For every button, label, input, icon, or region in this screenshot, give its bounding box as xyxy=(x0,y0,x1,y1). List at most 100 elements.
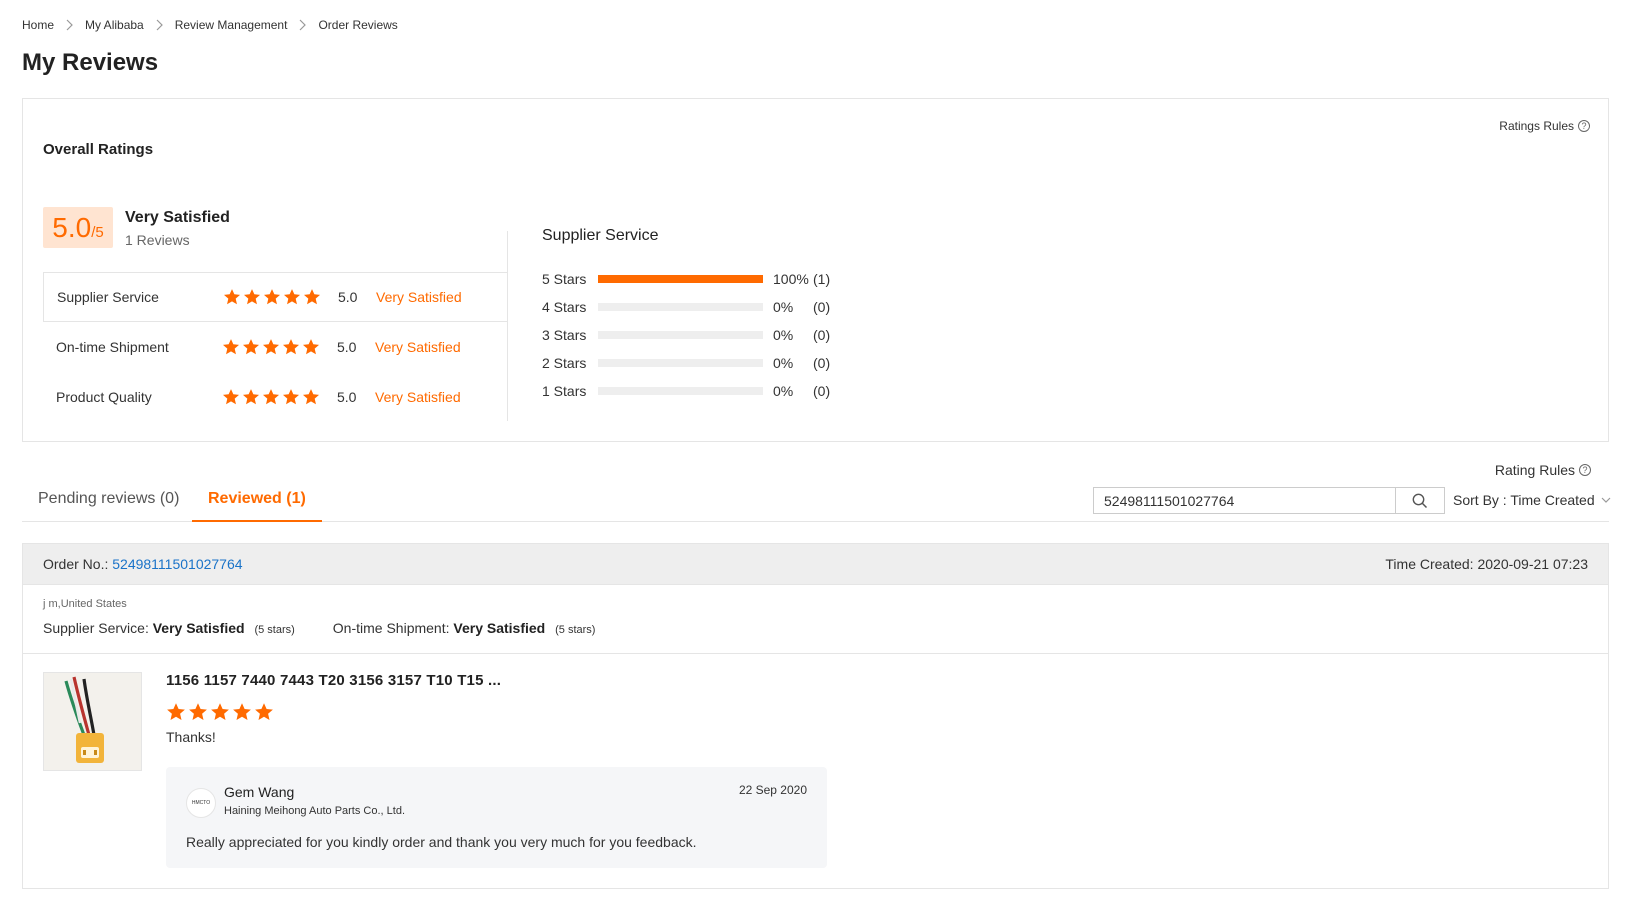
distribution-count: (0) xyxy=(813,355,831,371)
page-title: My Reviews xyxy=(22,49,159,76)
dimension-row-on-time-shipment[interactable]: On-time Shipment 5.0 Very Satisfied xyxy=(43,322,508,372)
supplier-service-rating: Supplier Service: Very Satisfied (5 star… xyxy=(43,620,295,636)
distribution-row: 3 Stars 0% (0) xyxy=(542,321,843,349)
order-number-link[interactable]: 52498111501027764 xyxy=(112,556,242,572)
distribution-label: 1 Stars xyxy=(542,383,587,399)
overall-review-count: 1 Reviews xyxy=(125,232,190,248)
distribution-label: 2 Stars xyxy=(542,355,587,371)
distribution-percent: 100% xyxy=(773,271,809,287)
chevron-right-icon xyxy=(66,19,73,31)
chevron-down-icon xyxy=(1601,494,1611,506)
distribution-count: (0) xyxy=(813,327,831,343)
star-icon xyxy=(262,338,280,356)
star-icon xyxy=(232,702,252,722)
star-icon xyxy=(223,288,241,306)
star-icon xyxy=(282,338,300,356)
wire-connector-icon xyxy=(44,673,141,770)
sort-label: Sort By : Time Created xyxy=(1453,492,1595,508)
distribution-count: (0) xyxy=(813,299,831,315)
distribution-label: 4 Stars xyxy=(542,299,587,315)
rating-distribution: Supplier Service 5 Stars 100% (1) 4 Star… xyxy=(542,227,843,405)
star-icon xyxy=(302,338,320,356)
star-icon xyxy=(210,702,230,722)
distribution-count: (1) xyxy=(813,271,831,287)
distribution-label: 5 Stars xyxy=(542,271,587,287)
buyer-info: j m,United States xyxy=(43,598,127,610)
dimension-row-product-quality[interactable]: Product Quality 5.0 Very Satisfied xyxy=(43,372,508,422)
distribution-bar xyxy=(598,387,763,395)
search-input[interactable] xyxy=(1093,487,1395,514)
distribution-count: (0) xyxy=(813,383,831,399)
reply-company: Haining Meihong Auto Parts Co., Ltd. xyxy=(224,805,405,817)
star-rating xyxy=(222,338,320,356)
distribution-percent: 0% xyxy=(773,327,794,343)
distribution-bar xyxy=(598,275,763,283)
order-number-label: Order No.: xyxy=(43,556,109,572)
star-icon xyxy=(302,388,320,406)
dimension-label: Very Satisfied xyxy=(376,289,462,305)
ratings-rules-label: Ratings Rules xyxy=(1499,119,1574,133)
overall-ratings-title: Overall Ratings xyxy=(43,141,154,158)
star-icon xyxy=(303,288,321,306)
reply-author: Gem Wang xyxy=(224,784,295,800)
distribution-label: 3 Stars xyxy=(542,327,587,343)
tab-reviewed[interactable]: Reviewed (1) xyxy=(192,484,322,522)
dimension-row-supplier-service[interactable]: Supplier Service 5.0 Very Satisfied xyxy=(43,272,508,322)
star-icon xyxy=(188,702,208,722)
order-header: Order No.: 52498111501027764 Time Create… xyxy=(23,544,1608,585)
overall-satisfaction: Very Satisfied xyxy=(125,209,230,226)
overall-score: 5.0 xyxy=(52,212,92,243)
ratings-rules-link[interactable]: Ratings Rules ? xyxy=(1499,119,1590,133)
help-icon: ? xyxy=(1578,120,1590,132)
chevron-right-icon xyxy=(156,19,163,31)
star-rating xyxy=(223,288,321,306)
dimension-score: 5.0 xyxy=(337,389,357,405)
order-time-created: Time Created: 2020-09-21 07:23 xyxy=(1385,556,1588,572)
tab-pending-reviews[interactable]: Pending reviews (0) xyxy=(22,484,195,522)
overall-score-badge: 5.0 /5 xyxy=(43,207,113,248)
order-number: Order No.: 52498111501027764 xyxy=(43,556,243,572)
chevron-right-icon xyxy=(299,19,307,31)
product-image[interactable] xyxy=(43,672,142,771)
distribution-bar-fill xyxy=(598,275,763,283)
rating-rules-link[interactable]: Rating Rules ? xyxy=(1495,462,1591,478)
search-button[interactable] xyxy=(1395,487,1445,514)
star-icon xyxy=(263,288,281,306)
star-rating xyxy=(222,388,320,406)
distribution-bar xyxy=(598,359,763,367)
breadcrumb-my-alibaba[interactable]: My Alibaba xyxy=(85,18,144,32)
shipment-label: On-time Shipment: xyxy=(332,620,450,636)
breadcrumb-home[interactable]: Home xyxy=(22,18,54,32)
avatar-logo-text: HMCTO xyxy=(191,800,211,806)
star-icon xyxy=(222,388,240,406)
breadcrumb-order-reviews: Order Reviews xyxy=(318,18,398,32)
star-icon xyxy=(166,702,186,722)
reply-date: 22 Sep 2020 xyxy=(738,783,807,797)
star-icon xyxy=(282,388,300,406)
divider xyxy=(23,653,1608,654)
star-icon xyxy=(283,288,301,306)
dimension-name: Supplier Service xyxy=(57,289,159,305)
buyer-ratings: Supplier Service: Very Satisfied (5 star… xyxy=(43,620,595,636)
dimension-label: Very Satisfied xyxy=(375,389,461,405)
star-rating xyxy=(166,702,274,722)
product-title[interactable]: 1156 1157 7440 7443 T20 3156 3157 T10 T1… xyxy=(166,672,501,689)
review-text: Thanks! xyxy=(166,729,216,745)
rating-dimensions: Supplier Service 5.0 Very Satisfied On-t… xyxy=(43,272,508,422)
supplier-service-value: Very Satisfied xyxy=(152,620,245,636)
rating-rules-label: Rating Rules xyxy=(1494,462,1575,478)
distribution-row: 1 Stars 0% (0) xyxy=(542,377,843,405)
shipment-value: Very Satisfied xyxy=(453,620,546,636)
distribution-percent: 0% xyxy=(773,383,794,399)
distribution-bar xyxy=(598,303,763,311)
star-icon xyxy=(262,388,280,406)
breadcrumb-review-management[interactable]: Review Management xyxy=(175,18,288,32)
star-icon xyxy=(222,338,240,356)
search-icon xyxy=(1412,493,1428,508)
sort-dropdown[interactable]: Sort By : Time Created xyxy=(1453,492,1611,508)
dimension-name: Product Quality xyxy=(56,389,152,405)
shipment-rating: On-time Shipment: Very Satisfied (5 star… xyxy=(333,620,596,636)
order-search xyxy=(1093,487,1445,514)
star-icon xyxy=(254,702,274,722)
order-review-card: Order No.: 52498111501027764 Time Create… xyxy=(22,543,1609,889)
